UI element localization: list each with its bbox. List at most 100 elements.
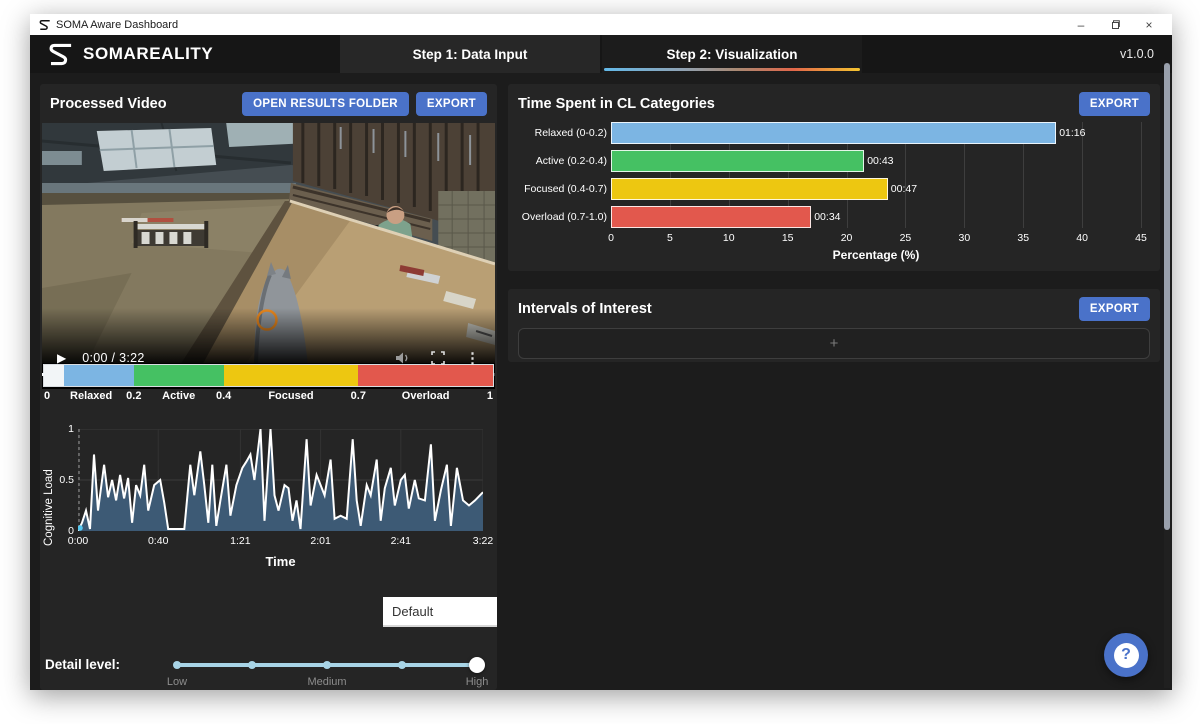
legend-segment bbox=[358, 365, 493, 386]
bar-xtick-label: 40 bbox=[1076, 232, 1088, 244]
scrollbar bbox=[1164, 63, 1170, 688]
scrollbar-thumb[interactable] bbox=[1164, 63, 1170, 530]
video-export-button[interactable]: EXPORT bbox=[416, 92, 487, 116]
slider-tick-dot[interactable] bbox=[398, 661, 406, 669]
bar-category-label: Overload (0.7-1.0) bbox=[512, 206, 607, 228]
bar bbox=[611, 206, 811, 228]
slider-tick-dot[interactable] bbox=[323, 661, 331, 669]
processed-video-panel: Processed Video OPEN RESULTS FOLDER EXPO… bbox=[40, 84, 497, 690]
bar-row: 00:43 bbox=[611, 150, 1141, 172]
bar bbox=[611, 150, 864, 172]
bar-xticks: 051015202530354045 bbox=[611, 232, 1141, 245]
bar-row: 01:16 bbox=[611, 122, 1141, 144]
app-header: SOMAREALITY Step 1: Data Input Step 2: V… bbox=[30, 35, 1172, 73]
cl-ytick-label: 0 bbox=[52, 525, 74, 537]
brand: SOMAREALITY bbox=[30, 42, 213, 67]
help-button[interactable]: ? bbox=[1104, 633, 1148, 677]
time-spent-title: Time Spent in CL Categories bbox=[518, 96, 715, 112]
slider-tick-dot[interactable] bbox=[173, 661, 181, 669]
legend-label: Relaxed bbox=[70, 390, 112, 402]
cl-plot-svg bbox=[78, 429, 483, 531]
bar-row: 00:47 bbox=[611, 178, 1141, 200]
cl-xticks: 0:000:401:212:012:413:22 bbox=[78, 535, 483, 548]
legend-label: 0 bbox=[44, 390, 50, 402]
slider-mark-label: Medium bbox=[307, 676, 346, 688]
bar-xtick-label: 25 bbox=[900, 232, 912, 244]
processed-video-title: Processed Video bbox=[50, 96, 167, 112]
bar-xtick-label: 15 bbox=[782, 232, 794, 244]
cl-legend: 0Relaxed0.2Active0.4Focused0.7Overload1 bbox=[44, 365, 493, 407]
cl-legend-labels: 0Relaxed0.2Active0.4Focused0.7Overload1 bbox=[44, 390, 493, 407]
legend-segment bbox=[44, 365, 64, 386]
close-button[interactable]: × bbox=[1132, 14, 1166, 35]
bar-category-label: Focused (0.4-0.7) bbox=[512, 178, 607, 200]
legend-segment bbox=[134, 365, 224, 386]
fullscreen-icon[interactable] bbox=[431, 351, 445, 365]
brand-name: SOMAREALITY bbox=[83, 44, 213, 64]
app-window: SOMA Aware Dashboard – × SOMAREALITY Ste… bbox=[30, 14, 1172, 690]
cl-xtick-label: 3:22 bbox=[473, 535, 493, 547]
detail-level-slider[interactable]: LowMediumHigh bbox=[177, 650, 477, 688]
tab-visualization[interactable]: Step 2: Visualization bbox=[602, 35, 862, 73]
cl-xlabel: Time bbox=[78, 554, 483, 569]
cl-plot-area[interactable] bbox=[78, 429, 483, 531]
cl-ytick-label: 0.5 bbox=[52, 474, 74, 486]
time-spent-export-button[interactable]: EXPORT bbox=[1079, 92, 1150, 116]
help-icon: ? bbox=[1121, 646, 1131, 664]
intervals-panel: Intervals of Interest EXPORT + bbox=[508, 289, 1160, 362]
bar-value-label: 01:16 bbox=[1059, 122, 1085, 144]
version-label: v1.0.0 bbox=[1120, 47, 1172, 61]
cl-xtick-label: 2:01 bbox=[310, 535, 330, 547]
open-results-folder-button[interactable]: OPEN RESULTS FOLDER bbox=[242, 92, 409, 116]
add-interval-button[interactable]: + bbox=[518, 328, 1150, 359]
detail-level-label: Detail level: bbox=[45, 657, 120, 672]
cognitive-load-chart: Cognitive Load 0:000:401:212:012:413:22 … bbox=[40, 420, 497, 595]
video-time: 0:00 / 3:22 bbox=[82, 351, 144, 365]
legend-label: 0.4 bbox=[216, 390, 231, 402]
bar-category-label: Active (0.2-0.4) bbox=[512, 150, 607, 172]
bar-xtick-label: 35 bbox=[1017, 232, 1029, 244]
legend-label: 1 bbox=[487, 390, 493, 402]
cl-legend-bar bbox=[44, 365, 493, 386]
app-logo-icon bbox=[38, 19, 51, 31]
bar-category-label: Relaxed (0-0.2) bbox=[512, 122, 607, 144]
slider-handle[interactable] bbox=[469, 657, 485, 673]
bar-xlabel: Percentage (%) bbox=[611, 248, 1141, 262]
legend-label: Overload bbox=[402, 390, 450, 402]
close-icon: × bbox=[1145, 18, 1152, 32]
legend-label: 0.7 bbox=[351, 390, 366, 402]
legend-label: 0.2 bbox=[126, 390, 141, 402]
bar-xtick-label: 10 bbox=[723, 232, 735, 244]
brand-logo-icon bbox=[46, 42, 74, 67]
main-content: Processed Video OPEN RESULTS FOLDER EXPO… bbox=[30, 73, 1172, 690]
slider-mark-label: Low bbox=[167, 676, 187, 688]
intervals-export-button[interactable]: EXPORT bbox=[1079, 297, 1150, 321]
intervals-title: Intervals of Interest bbox=[518, 301, 652, 317]
bar-plot-area: 01:16 00:43 00:47 00:34 bbox=[611, 122, 1141, 228]
bar-xtick-label: 0 bbox=[608, 232, 614, 244]
cl-xtick-label: 1:21 bbox=[230, 535, 250, 547]
preset-select-value: Default bbox=[392, 604, 433, 619]
bar-xtick-label: 20 bbox=[841, 232, 853, 244]
cl-xtick-label: 0:40 bbox=[148, 535, 168, 547]
bar bbox=[611, 178, 888, 200]
bar bbox=[611, 122, 1056, 144]
slider-mark-label: High bbox=[466, 676, 489, 688]
slider-tick-dot[interactable] bbox=[248, 661, 256, 669]
legend-label: Active bbox=[162, 390, 195, 402]
preset-select[interactable]: Default bbox=[383, 597, 497, 627]
video-player[interactable]: ▶ 0:00 / 3:22 ⋮ bbox=[42, 123, 495, 389]
tab-data-input[interactable]: Step 1: Data Input bbox=[340, 35, 600, 73]
window-title: SOMA Aware Dashboard bbox=[56, 19, 178, 31]
maximize-button[interactable] bbox=[1098, 14, 1132, 35]
cl-ytick-label: 1 bbox=[52, 423, 74, 435]
bar-xtick-label: 5 bbox=[667, 232, 673, 244]
minimize-button[interactable]: – bbox=[1064, 14, 1098, 35]
bar-xtick-label: 30 bbox=[958, 232, 970, 244]
minimize-icon: – bbox=[1078, 18, 1085, 32]
play-icon[interactable]: ▶ bbox=[57, 351, 66, 365]
volume-icon[interactable] bbox=[395, 351, 411, 365]
legend-segment bbox=[224, 365, 359, 386]
bar-row: 00:34 bbox=[611, 206, 1141, 228]
detail-level-row: Detail level: LowMediumHigh bbox=[45, 650, 492, 688]
